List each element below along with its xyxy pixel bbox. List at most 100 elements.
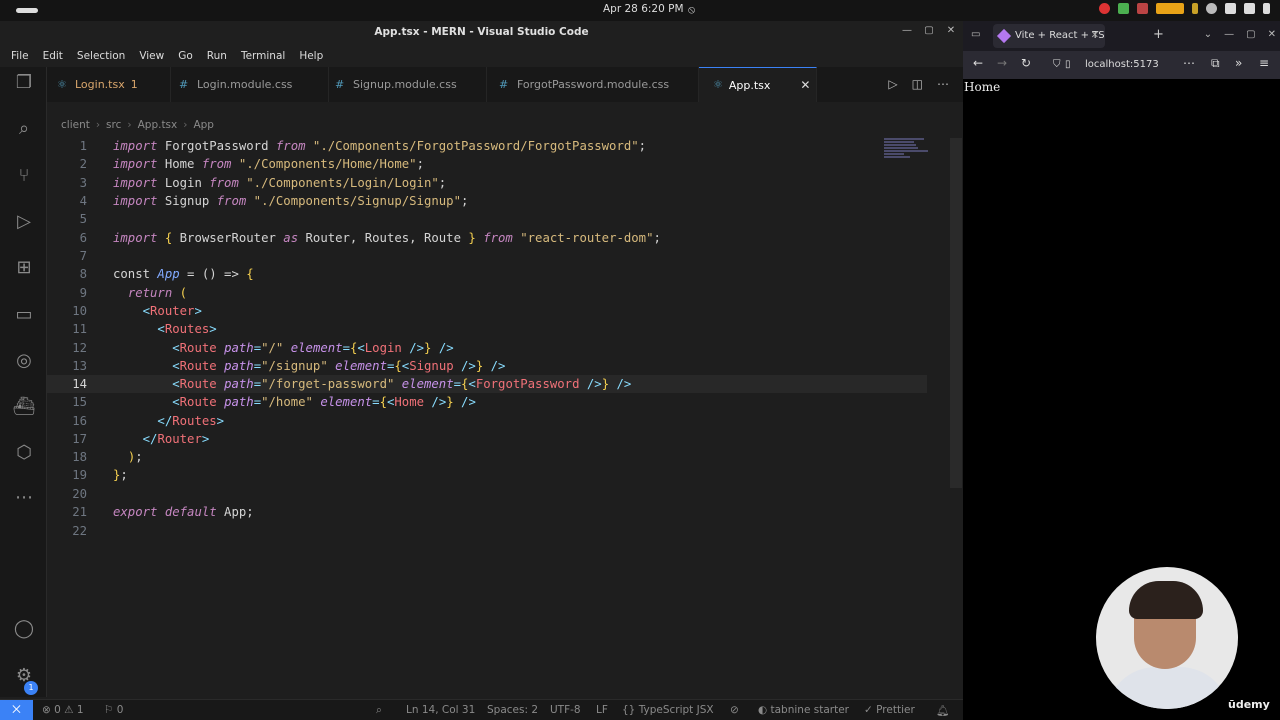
- line-number[interactable]: 17: [47, 430, 87, 448]
- cursor-position[interactable]: Ln 14, Col 31: [406, 704, 475, 716]
- maximize-icon[interactable]: ▢: [1246, 29, 1255, 40]
- more-icon[interactable]: ⋯: [1183, 56, 1195, 70]
- volume-icon[interactable]: [1244, 3, 1255, 14]
- tab-forgotpassword-module-css[interactable]: # ForgotPassword.module.css: [487, 67, 699, 102]
- wifi-icon[interactable]: [1225, 3, 1236, 14]
- editor-scrollbar[interactable]: [950, 138, 962, 488]
- minimize-icon[interactable]: —: [901, 25, 913, 36]
- brightness-icon[interactable]: [1206, 3, 1217, 14]
- code-line[interactable]: 4 import Signup from "./Components/Signup…: [47, 192, 927, 210]
- tab-login-module-css[interactable]: # Login.module.css: [171, 67, 329, 102]
- code-line[interactable]: 9 return (: [47, 284, 927, 302]
- line-number[interactable]: 7: [47, 247, 87, 265]
- line-number[interactable]: 5: [47, 210, 87, 228]
- code-line[interactable]: 21 export default App;: [47, 503, 927, 521]
- indentation[interactable]: Spaces: 2: [487, 704, 538, 716]
- browser-tab[interactable]: Vite + React + TS ✕: [993, 24, 1105, 48]
- prettier-status[interactable]: ✓ Prettier: [864, 704, 915, 716]
- code-line[interactable]: 7: [47, 247, 927, 265]
- code-line[interactable]: 11 <Routes>: [47, 320, 927, 338]
- search-icon[interactable]: ⌕: [12, 117, 36, 141]
- forward-icon[interactable]: →: [997, 56, 1007, 70]
- accounts-icon[interactable]: ◯: [12, 617, 36, 641]
- close-icon[interactable]: ✕: [945, 25, 957, 36]
- explorer-icon[interactable]: ❐: [12, 71, 36, 95]
- more-icon[interactable]: ⋯: [12, 486, 36, 510]
- tab-signup-module-css[interactable]: # Signup.module.css: [329, 67, 487, 102]
- menu-file[interactable]: File: [4, 50, 36, 62]
- back-icon[interactable]: ←: [973, 56, 983, 70]
- tab-app-tsx[interactable]: ⚛ App.tsx ✕: [699, 67, 817, 102]
- run-icon[interactable]: ▷: [888, 77, 897, 91]
- tray-app-icon[interactable]: [1099, 3, 1110, 14]
- breadcrumb-item[interactable]: src: [106, 119, 121, 131]
- line-number[interactable]: 9: [47, 284, 87, 302]
- line-number[interactable]: 16: [47, 412, 87, 430]
- code-line[interactable]: 22: [47, 522, 927, 540]
- maximize-icon[interactable]: ▢: [923, 25, 935, 36]
- line-number[interactable]: 12: [47, 339, 87, 357]
- menu-edit[interactable]: Edit: [36, 50, 70, 62]
- split-editor-icon[interactable]: ◫: [912, 77, 923, 91]
- line-number[interactable]: 22: [47, 522, 87, 540]
- code-line[interactable]: 19};: [47, 466, 927, 484]
- run-debug-icon[interactable]: ▷: [12, 210, 36, 234]
- menu-terminal[interactable]: Terminal: [234, 50, 292, 62]
- close-icon[interactable]: ✕: [1268, 29, 1276, 40]
- line-number[interactable]: 2: [47, 155, 87, 173]
- reload-icon[interactable]: ↻: [1021, 56, 1031, 70]
- language-mode[interactable]: {} TypeScript JSX: [622, 704, 714, 716]
- line-number[interactable]: 4: [47, 192, 87, 210]
- code-line[interactable]: 15 <Route path="/home" element={<Home />…: [47, 393, 927, 411]
- line-number[interactable]: 11: [47, 320, 87, 338]
- code-line[interactable]: 8 const App = () => {: [47, 265, 927, 283]
- end-of-line[interactable]: LF: [596, 704, 608, 716]
- menu-go[interactable]: Go: [171, 50, 200, 62]
- notifications-bell-icon[interactable]: 🔔︎: [936, 704, 949, 717]
- code-line[interactable]: 12 <Route path="/" element={<Login />} /…: [47, 339, 927, 357]
- minimap[interactable]: [884, 138, 934, 168]
- minimize-icon[interactable]: —: [1224, 29, 1234, 40]
- line-number[interactable]: 19: [47, 466, 87, 484]
- line-number[interactable]: 14: [47, 375, 87, 393]
- activities-indicator[interactable]: [16, 8, 38, 13]
- extensions-icon[interactable]: ⧉: [1211, 56, 1220, 71]
- line-number[interactable]: 18: [47, 448, 87, 466]
- remote-indicator-icon[interactable]: ⨉: [0, 700, 33, 720]
- overflow-icon[interactable]: »: [1235, 56, 1242, 70]
- breadcrumb-item[interactable]: App.tsx: [138, 119, 178, 131]
- line-number[interactable]: 10: [47, 302, 87, 320]
- problems-indicator[interactable]: ⊗ 0 ⚠ 1: [42, 704, 84, 716]
- code-line[interactable]: 1 import ForgotPassword from "./Component…: [47, 137, 927, 155]
- menu-run[interactable]: Run: [200, 50, 234, 62]
- line-number[interactable]: 3: [47, 174, 87, 192]
- code-editor[interactable]: 1 import ForgotPassword from "./Component…: [47, 137, 927, 717]
- code-line[interactable]: 13 <Route path="/signup" element={<Signu…: [47, 357, 927, 375]
- code-line[interactable]: 2 import Home from "./Components/Home/Hom…: [47, 155, 927, 173]
- tab-overview-icon[interactable]: ▭: [971, 29, 980, 40]
- line-number[interactable]: 1: [47, 137, 87, 155]
- line-number[interactable]: 20: [47, 485, 87, 503]
- code-line[interactable]: 5: [47, 210, 927, 228]
- zoom-icon[interactable]: ⌕: [376, 704, 382, 717]
- battery-icon[interactable]: [1263, 3, 1270, 14]
- chevron-down-icon[interactable]: ⌄: [1204, 29, 1212, 40]
- line-number[interactable]: 8: [47, 265, 87, 283]
- breadcrumb-item[interactable]: App: [193, 119, 214, 131]
- new-tab-icon[interactable]: +: [1153, 27, 1164, 42]
- code-line[interactable]: 3 import Login from "./Components/Login/L…: [47, 174, 927, 192]
- ports-indicator[interactable]: ⚐ 0: [104, 704, 123, 716]
- encoding[interactable]: UTF-8: [550, 704, 581, 716]
- gitlens-icon[interactable]: ⬡: [12, 441, 36, 465]
- docker-icon[interactable]: ⛴: [12, 395, 36, 419]
- url-bar[interactable]: ⛉ ▯ localhost:5173: [1049, 55, 1199, 75]
- code-line[interactable]: 14 <Route path="/forget-password" elemen…: [47, 375, 927, 393]
- tabnine-status[interactable]: ◐ tabnine starter: [758, 704, 849, 716]
- page-info-icon[interactable]: ▯: [1065, 55, 1071, 75]
- line-number[interactable]: 21: [47, 503, 87, 521]
- code-line[interactable]: 17 </Router>: [47, 430, 927, 448]
- menu-icon[interactable]: ≡: [1259, 56, 1269, 70]
- menu-selection[interactable]: Selection: [70, 50, 132, 62]
- line-number[interactable]: 15: [47, 393, 87, 411]
- system-clock[interactable]: Apr 28 6:20 PM: [603, 3, 684, 15]
